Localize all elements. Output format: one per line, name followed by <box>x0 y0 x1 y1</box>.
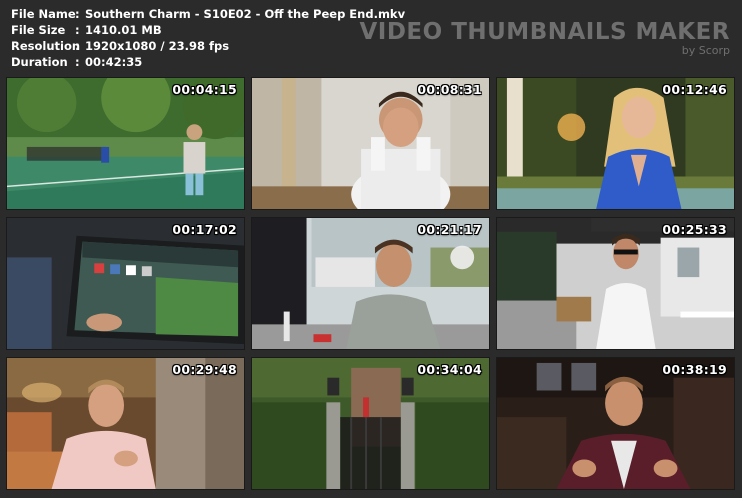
resolution-label: Resolution <box>11 39 81 53</box>
file-name-label: File Name <box>11 7 76 21</box>
thumbnail-1[interactable]: 00:04:15 <box>6 77 245 210</box>
frame-man-grey-polo <box>252 218 489 349</box>
thumbnail-4[interactable]: 00:17:02 <box>6 217 245 350</box>
timestamp: 00:21:17 <box>417 222 482 237</box>
thumbnail-3[interactable]: 00:12:46 <box>496 77 735 210</box>
frame-iron-gate <box>252 358 489 489</box>
file-name-value: Southern Charm - S10E02 - Off the Peep E… <box>85 7 406 21</box>
thumbnail-2[interactable]: 00:08:31 <box>251 77 490 210</box>
frame-court-image <box>7 78 244 209</box>
file-info-panel: File Name : Southern Charm - S10E02 - Of… <box>11 6 405 70</box>
resolution-row: Resolution : 1920x1080 / 23.98 fps <box>11 38 405 54</box>
info-separator: : <box>75 39 80 53</box>
watermark-byline: by Scorp <box>681 44 730 57</box>
timestamp: 00:34:04 <box>417 362 482 377</box>
timestamp: 00:17:02 <box>172 222 237 237</box>
file-size-label: File Size <box>11 23 66 37</box>
thumbnail-5[interactable]: 00:21:17 <box>251 217 490 350</box>
info-separator: : <box>75 55 80 69</box>
timestamp: 00:25:33 <box>662 222 727 237</box>
resolution-value: 1920x1080 / 23.98 fps <box>85 39 230 53</box>
file-name-row: File Name : Southern Charm - S10E02 - Of… <box>11 6 405 22</box>
timestamp: 00:29:48 <box>172 362 237 377</box>
timestamp: 00:12:46 <box>662 82 727 97</box>
duration-row: Duration : 00:42:35 <box>11 54 405 70</box>
frame-woman-blue-dress <box>497 78 734 209</box>
duration-value: 00:42:35 <box>85 55 143 69</box>
duration-label: Duration <box>11 55 68 69</box>
file-size-value: 1410.01 MB <box>85 23 162 37</box>
frame-man-covering-face <box>252 78 489 209</box>
frame-man-velvet-jacket <box>497 358 734 489</box>
timestamp: 00:38:19 <box>662 362 727 377</box>
watermark-logo: VIDEO THUMBNAILS MAKER by Scorp <box>359 20 730 57</box>
info-separator: : <box>75 7 80 21</box>
frame-tablet-golf-app <box>7 218 244 349</box>
thumbnail-8[interactable]: 00:34:04 <box>251 357 490 490</box>
watermark-title: VIDEO THUMBNAILS MAKER <box>359 19 730 45</box>
file-size-row: File Size : 1410.01 MB <box>11 22 405 38</box>
info-separator: : <box>75 23 80 37</box>
thumbnail-7[interactable]: 00:29:48 <box>6 357 245 490</box>
frame-man-porch <box>497 218 734 349</box>
thumbnail-9[interactable]: 00:38:19 <box>496 357 735 490</box>
timestamp: 00:04:15 <box>172 82 237 97</box>
thumbnail-6[interactable]: 00:25:33 <box>496 217 735 350</box>
frame-man-pink-shirt <box>7 358 244 489</box>
timestamp: 00:08:31 <box>417 82 482 97</box>
thumbnail-grid: 00:04:15 00:08:31 00:12:46 00:17:02 00:2… <box>6 77 735 490</box>
